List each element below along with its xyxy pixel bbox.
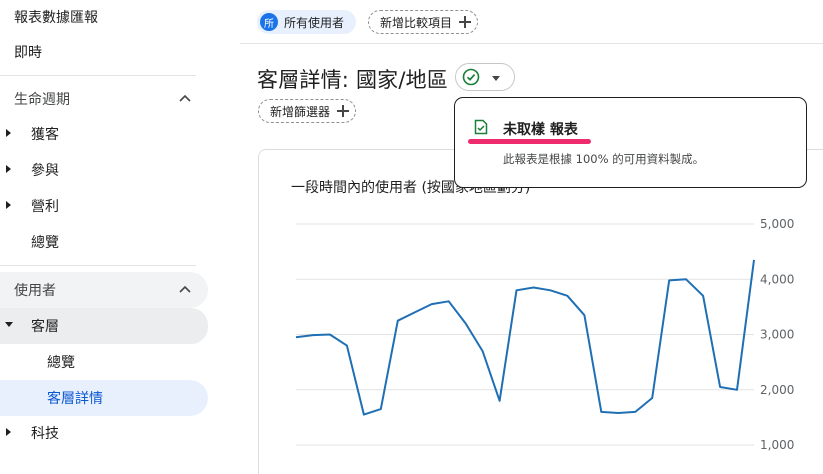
data-point: [464, 321, 468, 325]
sidebar-item-label: 即時: [14, 45, 42, 61]
section-label: 使用者: [14, 283, 56, 299]
y-tick-label: 3,000: [760, 328, 794, 342]
data-point: [701, 294, 705, 298]
data-point: [328, 333, 332, 337]
data-point: [616, 411, 620, 415]
sidebar-item-label: 營利: [31, 199, 59, 215]
plus-icon: [459, 16, 472, 28]
unsampled-report-tooltip: 未取樣 報表 此報表是根據 100% 的可用資料製成。: [454, 97, 807, 188]
sidebar-item-label: 報表數據匯報: [14, 10, 98, 26]
sampling-status-dropdown[interactable]: [455, 63, 515, 91]
sidebar-divider: [0, 75, 196, 76]
plus-icon: [337, 105, 350, 117]
sidebar-section-user[interactable]: 使用者: [0, 272, 208, 308]
users-over-time-chart: 5,000 4,000 3,000 2,000 1,000: [294, 217, 794, 452]
highlight-underline: [468, 139, 591, 144]
caret-right-icon: [6, 428, 11, 436]
sidebar-item-acquisition[interactable]: 獲客: [0, 117, 208, 151]
data-point: [735, 388, 739, 392]
segment-label: 所有使用者: [284, 15, 345, 30]
segment-chip-all-users[interactable]: 所 所有使用者: [257, 10, 357, 34]
data-point: [667, 278, 671, 282]
sidebar-item-lifecycle-overview[interactable]: 總覽: [0, 225, 208, 259]
y-tick-label: 1,000: [760, 438, 794, 452]
data-point: [430, 302, 434, 306]
data-point: [515, 288, 519, 292]
sidebar-item-audience[interactable]: 客層: [0, 308, 208, 344]
data-point: [413, 310, 417, 314]
data-point: [498, 399, 502, 403]
data-point: [718, 385, 722, 389]
page-title: 客層詳情: 國家/地區: [257, 68, 449, 92]
add-filter-label: 新增篩選器: [270, 104, 331, 119]
data-point: [582, 313, 586, 317]
tooltip-description: 此報表是根據 100% 的可用資料製成。: [503, 152, 705, 166]
section-label: 生命週期: [14, 92, 70, 108]
sidebar-item-tech[interactable]: 科技: [0, 416, 208, 450]
data-point: [379, 407, 383, 411]
data-point: [531, 286, 535, 290]
data-point: [599, 410, 603, 414]
add-comparison-button[interactable]: 新增比較項目: [368, 10, 479, 34]
comparison-bar: 所 所有使用者 新增比較項目: [240, 0, 823, 44]
add-filter-button[interactable]: 新增篩選器: [258, 99, 357, 123]
data-point: [362, 413, 366, 417]
data-point: [565, 294, 569, 298]
caret-right-icon: [6, 165, 11, 173]
check-circle-icon: [462, 68, 480, 86]
data-point: [294, 335, 298, 339]
sidebar-item-realtime[interactable]: 即時: [14, 41, 42, 63]
chevron-up-icon: [179, 94, 191, 102]
y-tick-label: 5,000: [760, 217, 794, 231]
add-comparison-label: 新增比較項目: [380, 15, 453, 30]
caret-down-icon: [492, 76, 500, 81]
sidebar-item-label: 客層: [31, 319, 59, 335]
data-point: [633, 410, 637, 414]
series-line: [295, 259, 755, 416]
segment-badge: 所: [260, 13, 278, 31]
sidebar-section-lifecycle[interactable]: 生命週期: [0, 81, 208, 117]
report-check-icon: [474, 119, 488, 135]
sidebar-item-engagement[interactable]: 參與: [0, 153, 208, 187]
caret-right-icon: [6, 201, 11, 209]
data-point: [345, 344, 349, 348]
data-point: [311, 333, 315, 337]
data-point: [752, 258, 756, 262]
caret-right-icon: [6, 129, 11, 137]
y-tick-label: 4,000: [760, 272, 794, 286]
data-point: [650, 396, 654, 400]
sidebar: 報表數據匯報 即時 生命週期 獲客 參與 營利 總覽 使用者 客層 總覽 客層詳…: [0, 0, 216, 474]
sidebar-item-label: 科技: [31, 426, 59, 442]
chart-card: 一段時間內的使用者 (按國家地區劃分) 5,000 4,000 3,000 2,000…: [258, 149, 823, 474]
sidebar-item-label: 總覽: [31, 235, 59, 251]
sidebar-item-label: 獲客: [31, 127, 59, 143]
sidebar-divider: [0, 265, 196, 266]
sidebar-item-label: 客層詳情: [47, 391, 103, 407]
chevron-up-icon: [179, 285, 191, 293]
caret-down-icon: [5, 322, 13, 327]
data-point: [548, 288, 552, 292]
data-point: [447, 299, 451, 303]
data-point: [684, 277, 688, 281]
tooltip-title: 未取樣 報表: [503, 122, 578, 138]
sidebar-item-audience-details[interactable]: 客層詳情: [0, 380, 208, 416]
sidebar-item-audience-overview[interactable]: 總覽: [0, 344, 208, 380]
data-point: [481, 349, 485, 353]
y-tick-label: 2,000: [760, 383, 794, 397]
sidebar-item-monetization[interactable]: 營利: [0, 189, 208, 223]
sidebar-item-label: 總覽: [47, 355, 75, 371]
data-point: [396, 319, 400, 323]
sidebar-item-label: 參與: [31, 163, 59, 179]
sidebar-item-reports-snapshot[interactable]: 報表數據匯報: [14, 6, 98, 28]
